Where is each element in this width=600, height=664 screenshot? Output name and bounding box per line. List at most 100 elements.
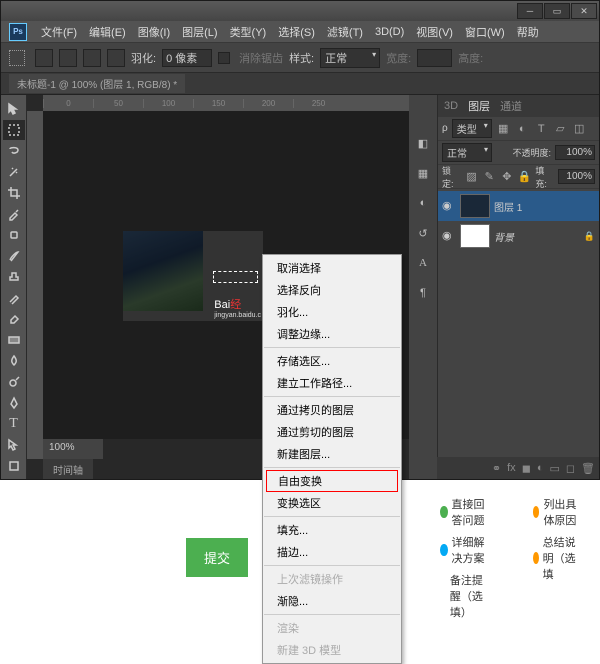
feather-input[interactable]: 0 像素 bbox=[162, 49, 212, 67]
group-icon[interactable]: ▭ bbox=[549, 462, 559, 475]
menu-image[interactable]: 图像(I) bbox=[132, 24, 176, 40]
minimize-button[interactable]: ─ bbox=[517, 3, 543, 19]
lock-paint-icon[interactable]: ✎ bbox=[482, 169, 496, 184]
layer-row[interactable]: ◉ 图层 1 bbox=[438, 191, 599, 221]
opacity-input[interactable]: 100% bbox=[555, 145, 595, 160]
menu-edit[interactable]: 编辑(E) bbox=[83, 24, 132, 40]
layer-row[interactable]: ◉ 背景 🔒 bbox=[438, 221, 599, 251]
visibility-icon[interactable]: ◉ bbox=[442, 199, 456, 213]
menubar: Ps 文件(F) 编辑(E) 图像(I) 图层(L) 类型(Y) 选择(S) 滤… bbox=[1, 21, 599, 43]
filter-shape-icon[interactable]: ▱ bbox=[553, 121, 568, 136]
context-menu-item[interactable]: 变换选区 bbox=[263, 492, 401, 514]
context-menu-item[interactable]: 渐隐... bbox=[263, 590, 401, 612]
lock-transparency-icon[interactable]: ▨ bbox=[465, 169, 479, 184]
intersect-selection-icon[interactable] bbox=[107, 49, 125, 67]
menu-select[interactable]: 选择(S) bbox=[272, 24, 321, 40]
filter-smart-icon[interactable]: ◫ bbox=[572, 121, 587, 136]
subtract-selection-icon[interactable] bbox=[83, 49, 101, 67]
menu-view[interactable]: 视图(V) bbox=[410, 24, 459, 40]
antialias-checkbox[interactable] bbox=[218, 52, 230, 64]
layer-thumbnail[interactable] bbox=[460, 194, 490, 218]
close-button[interactable]: ✕ bbox=[571, 3, 597, 19]
stamp-tool[interactable] bbox=[3, 267, 25, 287]
brush-tool[interactable] bbox=[3, 246, 25, 266]
history-brush-tool[interactable] bbox=[3, 288, 25, 308]
menu-file[interactable]: 文件(F) bbox=[35, 24, 83, 40]
menu-3d[interactable]: 3D(D) bbox=[369, 26, 410, 38]
character-panel-icon[interactable]: A bbox=[414, 255, 432, 271]
context-menu-item[interactable]: 描边... bbox=[263, 541, 401, 563]
eraser-tool[interactable] bbox=[3, 309, 25, 329]
shape-tool[interactable] bbox=[3, 456, 25, 476]
layer-name[interactable]: 背景 bbox=[494, 229, 514, 244]
menu-type[interactable]: 类型(Y) bbox=[224, 24, 273, 40]
zoom-display[interactable]: 100% bbox=[43, 439, 103, 459]
filter-type-icon[interactable]: T bbox=[534, 121, 549, 136]
context-menu-item[interactable]: 自由变换 bbox=[266, 470, 398, 492]
color-panel-icon[interactable]: ◧ bbox=[414, 135, 432, 151]
fill-input[interactable]: 100% bbox=[558, 169, 595, 184]
menu-layer[interactable]: 图层(L) bbox=[176, 24, 223, 40]
menu-window[interactable]: 窗口(W) bbox=[459, 24, 511, 40]
context-menu-item[interactable]: 新建图层... bbox=[263, 443, 401, 465]
filter-pixel-icon[interactable]: ▦ bbox=[496, 121, 511, 136]
fx-icon[interactable]: fx bbox=[507, 462, 516, 474]
context-menu-item[interactable]: 调整边缘... bbox=[263, 323, 401, 345]
menu-help[interactable]: 帮助 bbox=[511, 24, 545, 40]
crop-tool[interactable] bbox=[3, 183, 25, 203]
filter-type-dropdown[interactable]: 类型 bbox=[452, 119, 492, 138]
context-menu-item[interactable]: 建立工作路径... bbox=[263, 372, 401, 394]
selection-marquee bbox=[213, 271, 258, 283]
context-menu-item[interactable]: 通过剪切的图层 bbox=[263, 421, 401, 443]
context-menu-item[interactable]: 存储选区... bbox=[263, 350, 401, 372]
type-tool[interactable]: T bbox=[3, 414, 25, 434]
visibility-icon[interactable]: ◉ bbox=[442, 229, 456, 243]
blur-tool[interactable] bbox=[3, 351, 25, 371]
style-dropdown[interactable]: 正常 bbox=[320, 48, 380, 68]
context-menu-item[interactable]: 取消选择 bbox=[263, 257, 401, 279]
pen-tool[interactable] bbox=[3, 393, 25, 413]
context-menu-item[interactable]: 填充... bbox=[263, 519, 401, 541]
submit-button[interactable]: 提交 bbox=[186, 538, 248, 577]
history-panel-icon[interactable]: ↺ bbox=[414, 225, 432, 241]
gradient-tool[interactable] bbox=[3, 330, 25, 350]
document-tab[interactable]: 未标题-1 @ 100% (图层 1, RGB/8) * bbox=[9, 74, 185, 93]
paragraph-panel-icon[interactable]: ¶ bbox=[414, 285, 432, 301]
context-menu-item[interactable]: 羽化... bbox=[263, 301, 401, 323]
new-layer-icon[interactable]: ◻ bbox=[566, 462, 575, 475]
dodge-tool[interactable] bbox=[3, 372, 25, 392]
tab-channels[interactable]: 通道 bbox=[500, 98, 522, 114]
path-tool[interactable] bbox=[3, 435, 25, 455]
mask-icon[interactable]: ◼ bbox=[522, 462, 531, 475]
new-selection-icon[interactable] bbox=[35, 49, 53, 67]
context-menu-item[interactable]: 选择反向 bbox=[263, 279, 401, 301]
tab-3d[interactable]: 3D bbox=[444, 100, 458, 112]
lock-all-icon[interactable]: 🔒 bbox=[518, 169, 532, 184]
context-menu-item[interactable]: 通过拷贝的图层 bbox=[263, 399, 401, 421]
marquee-tool[interactable] bbox=[3, 120, 25, 140]
bullet-icon bbox=[440, 506, 448, 518]
link-icon[interactable]: ⚭ bbox=[492, 462, 501, 475]
lasso-tool[interactable] bbox=[3, 141, 25, 161]
swatches-panel-icon[interactable]: ▦ bbox=[414, 165, 432, 181]
menu-filter[interactable]: 滤镜(T) bbox=[321, 24, 369, 40]
lock-move-icon[interactable]: ✥ bbox=[500, 169, 514, 184]
timeline-tab[interactable]: 时间轴 bbox=[43, 459, 93, 479]
layer-name[interactable]: 图层 1 bbox=[494, 199, 522, 214]
bullet-icon bbox=[533, 552, 539, 564]
wand-tool[interactable] bbox=[3, 162, 25, 182]
layer-thumbnail[interactable] bbox=[460, 224, 490, 248]
heal-tool[interactable] bbox=[3, 225, 25, 245]
width-input[interactable] bbox=[417, 49, 452, 67]
filter-adjust-icon[interactable]: ◐ bbox=[515, 121, 530, 136]
maximize-button[interactable]: ▭ bbox=[544, 3, 570, 19]
move-tool[interactable] bbox=[3, 99, 25, 119]
adjustment-icon[interactable]: ◐ bbox=[537, 462, 544, 474]
blend-mode-dropdown[interactable]: 正常 bbox=[442, 143, 492, 162]
eyedropper-tool[interactable] bbox=[3, 204, 25, 224]
add-selection-icon[interactable] bbox=[59, 49, 77, 67]
adjustments-panel-icon[interactable]: ◐ bbox=[414, 195, 432, 211]
tab-layers[interactable]: 图层 bbox=[468, 98, 490, 114]
delete-icon[interactable]: 🗑 bbox=[581, 462, 595, 475]
current-tool-icon[interactable] bbox=[9, 50, 25, 66]
